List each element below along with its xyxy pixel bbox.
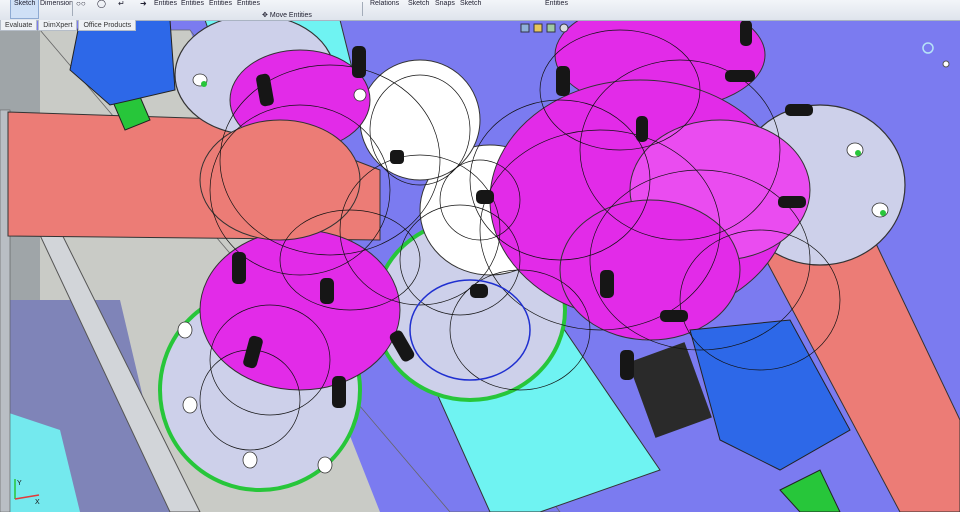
section-view-icon[interactable]: [533, 23, 543, 33]
mirror-entities-label: Entities: [237, 0, 260, 7]
repair-sketch-label: Sketch: [408, 0, 430, 7]
heads-up-view-toolbar: [520, 23, 569, 33]
mirror-entities-button[interactable]: Entities: [237, 0, 260, 18]
reference-triad: Y X: [14, 479, 40, 505]
display-style-icon[interactable]: [546, 23, 556, 33]
instant2d-button[interactable]: Entities: [545, 0, 568, 18]
offset-icon: ➜: [140, 0, 147, 8]
arc-icon: ↵: [118, 0, 125, 8]
offset-entities-label: Entities: [209, 0, 232, 7]
move-entities-label: Move Entities: [269, 12, 312, 19]
zoom-to-fit-icon[interactable]: [520, 23, 530, 33]
sketch-label: Sketch: [14, 0, 36, 7]
arc-tools-group[interactable]: ↵: [118, 0, 125, 18]
trim-entities-label: Entities: [154, 0, 177, 7]
smart-dimension-button[interactable]: Dimension: [40, 0, 73, 18]
offset-entities-button[interactable]: Entities: [209, 0, 232, 18]
view-settings-icon[interactable]: [559, 23, 569, 33]
convert-entities-label: Entities: [181, 0, 204, 7]
tab-label: DimXpert: [43, 22, 73, 29]
move-icon: ✥: [262, 12, 268, 19]
offset-tools-group[interactable]: ➜: [140, 0, 147, 18]
rapid-sketch-label: Sketch: [460, 0, 482, 7]
tab-label: Evaluate: [5, 22, 33, 29]
dimension-label: Dimension: [40, 0, 74, 7]
command-tabs: Evaluate DimXpert Office Products: [0, 20, 137, 31]
command-manager: Sketch Dimension ○○ ◯ ↵ ➜ Entities Entit…: [0, 0, 960, 21]
x-axis-label: X: [35, 499, 40, 505]
valve-magenta-bottom-left: [199, 229, 401, 391]
line-icon: ○○: [76, 0, 86, 8]
circle-icon: ◯: [97, 0, 106, 8]
relations-label: Relations: [370, 0, 400, 7]
rapid-sketch-button[interactable]: Sketch: [460, 0, 481, 18]
graphics-viewport[interactable]: [0, 0, 960, 512]
snaps-label: Snaps: [435, 0, 455, 7]
tab-evaluate[interactable]: Evaluate: [0, 20, 38, 31]
tab-label: Office Products: [83, 22, 132, 29]
circle-tools-group[interactable]: ◯: [97, 0, 106, 18]
sketch-button[interactable]: Sketch: [10, 0, 40, 19]
trim-entities-button[interactable]: Entities: [154, 0, 177, 18]
repair-sketch-button[interactable]: Sketch: [408, 0, 429, 18]
y-axis-label: Y: [17, 480, 22, 487]
quick-snaps-button[interactable]: Snaps: [435, 0, 455, 18]
toolbar-separator: [72, 2, 73, 16]
line-tools-group[interactable]: ○○: [76, 0, 86, 18]
instant2d-label: Entities: [545, 0, 568, 7]
convert-entities-button[interactable]: Entities: [181, 0, 204, 18]
tab-office-products[interactable]: Office Products: [78, 20, 137, 31]
move-entities-button[interactable]: ✥ Move Entities: [262, 7, 312, 25]
toolbar-separator: [362, 2, 363, 16]
tab-dimxpert[interactable]: DimXpert: [38, 20, 78, 31]
display-relations-button[interactable]: Relations: [370, 0, 399, 18]
